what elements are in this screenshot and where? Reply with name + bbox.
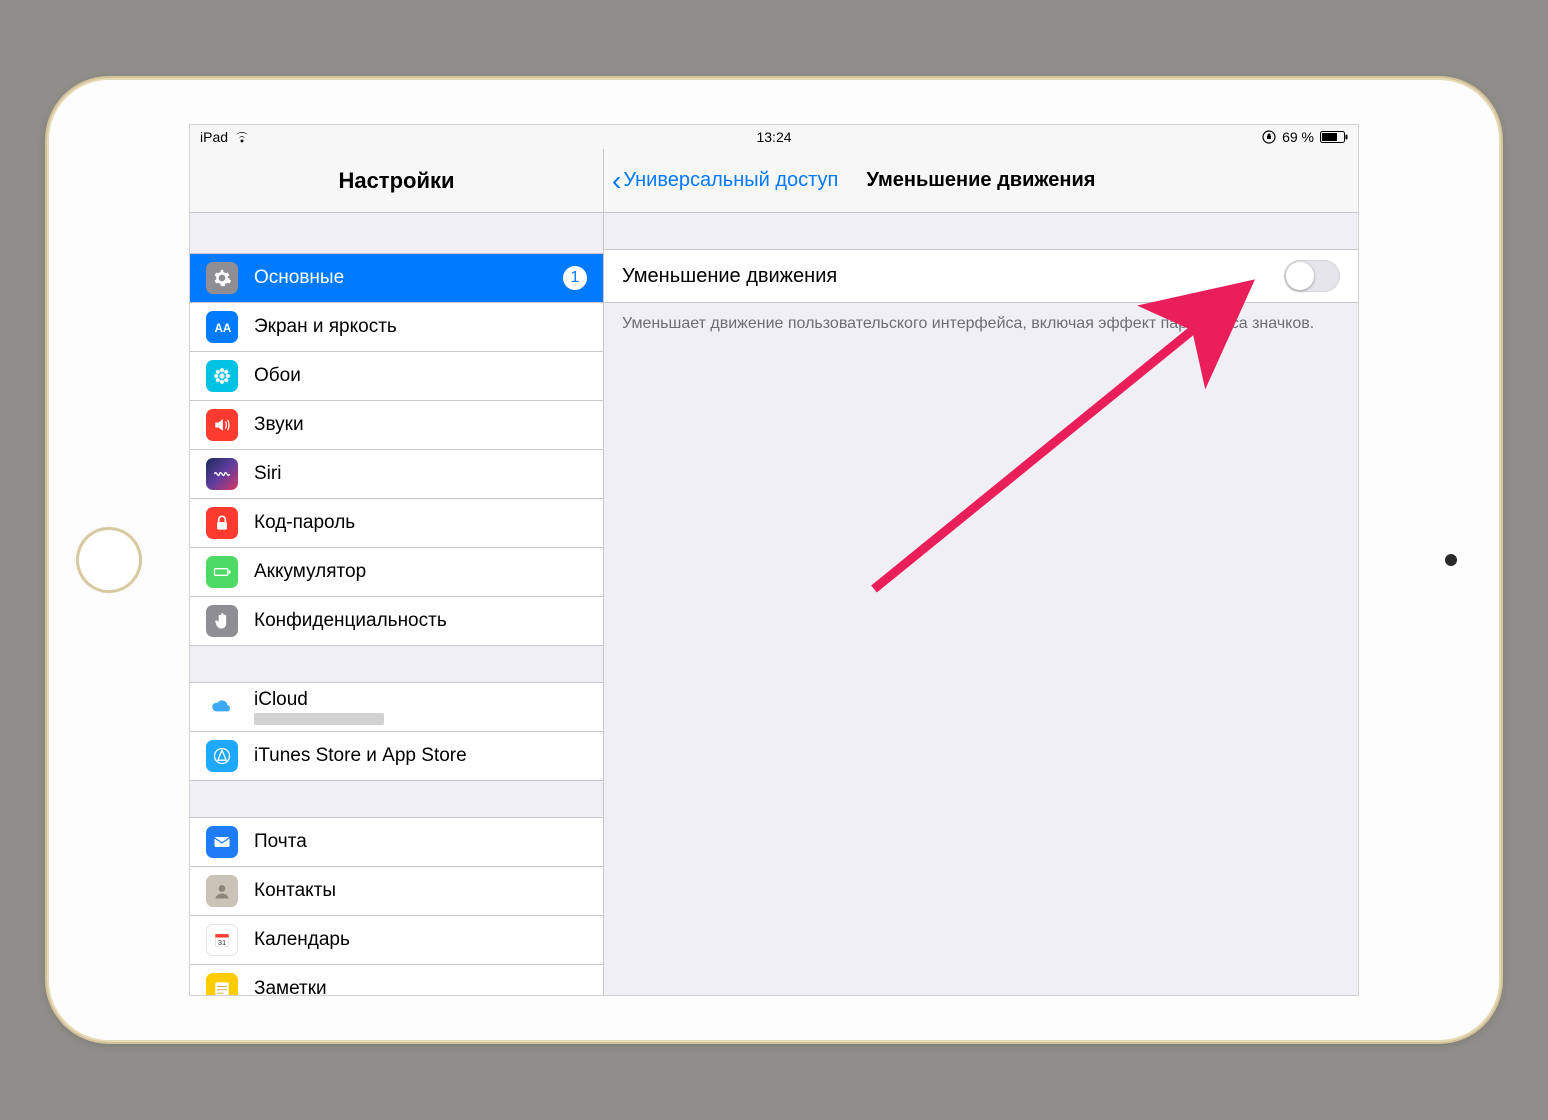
- clock: 13:24: [756, 129, 791, 145]
- detail-header: ‹ Универсальный доступ Уменьшение движен…: [604, 149, 1358, 213]
- siri-icon: [206, 458, 238, 490]
- sidebar-scroll[interactable]: Основные1 AA Экран и яркость Обои Звуки Siri К…: [190, 213, 603, 995]
- device-label: iPad: [200, 129, 228, 145]
- sidebar-item-label: Siri: [254, 463, 587, 485]
- sidebar-item-calendar[interactable]: 31 Календарь: [190, 916, 603, 965]
- back-label: Универсальный доступ: [623, 169, 838, 192]
- badge: 1: [563, 266, 587, 290]
- sidebar-item-label: iTunes Store и App Store: [254, 745, 587, 767]
- settings-sidebar: Настройки Основные1 AA Экран и яркость Обои…: [190, 149, 604, 995]
- ipad-frame: iPad 13:24 69 % Настройки: [49, 80, 1499, 1040]
- sidebar-item-hand[interactable]: Конфиденциальность: [190, 597, 603, 646]
- sidebar-item-label: Конфиденциальность: [254, 610, 587, 632]
- battery-icon: [1320, 131, 1348, 143]
- sidebar-title: Настройки: [190, 149, 603, 213]
- speaker-icon: [206, 409, 238, 441]
- sidebar-item-contacts[interactable]: Контакты: [190, 867, 603, 916]
- sidebar-item-lock[interactable]: Код-пароль: [190, 499, 603, 548]
- back-button[interactable]: ‹ Универсальный доступ: [612, 149, 838, 212]
- gear-icon: [206, 262, 238, 294]
- wifi-icon: [234, 131, 250, 143]
- orientation-lock-icon: [1262, 130, 1276, 144]
- sidebar-item-label: iCloud: [254, 689, 384, 711]
- detail-pane: ‹ Универсальный доступ Уменьшение движен…: [604, 149, 1358, 995]
- battery-icon: [206, 556, 238, 588]
- status-bar: iPad 13:24 69 %: [190, 125, 1358, 149]
- chevron-left-icon: ‹: [612, 167, 621, 195]
- icloud-account-placeholder: [254, 713, 384, 725]
- page-title: Уменьшение движения: [867, 169, 1096, 192]
- sidebar-item-label: Календарь: [254, 929, 587, 951]
- screen: iPad 13:24 69 % Настройки: [190, 125, 1358, 995]
- reduce-motion-label: Уменьшение движения: [622, 265, 837, 288]
- lock-icon: [206, 507, 238, 539]
- svg-text:31: 31: [218, 938, 226, 947]
- battery-text: 69 %: [1282, 129, 1314, 145]
- sidebar-item-gear[interactable]: Основные1: [190, 254, 603, 303]
- sidebar-item-mail[interactable]: Почта: [190, 818, 603, 867]
- sidebar-item-siri[interactable]: Siri: [190, 450, 603, 499]
- hand-icon: [206, 605, 238, 637]
- svg-text:AA: AA: [215, 322, 232, 335]
- sidebar-item-label: Заметки: [254, 978, 587, 995]
- home-button[interactable]: [79, 530, 139, 590]
- reduce-motion-row: Уменьшение движения: [604, 249, 1358, 303]
- sidebar-item-flower[interactable]: Обои: [190, 352, 603, 401]
- sidebar-item-speaker[interactable]: Звуки: [190, 401, 603, 450]
- sidebar-item-label: Звуки: [254, 414, 587, 436]
- sidebar-item-appstore[interactable]: iTunes Store и App Store: [190, 732, 603, 781]
- reduce-motion-switch[interactable]: [1284, 260, 1340, 292]
- sidebar-item-label: Контакты: [254, 880, 587, 902]
- sidebar-item-battery[interactable]: Аккумулятор: [190, 548, 603, 597]
- contacts-icon: [206, 875, 238, 907]
- sidebar-item-notes[interactable]: Заметки: [190, 965, 603, 995]
- sidebar-item-cloud[interactable]: iCloud: [190, 683, 603, 732]
- sidebar-item-label: Обои: [254, 365, 587, 387]
- sidebar-item-label: Аккумулятор: [254, 561, 587, 583]
- reduce-motion-footnote: Уменьшает движение пользовательского инт…: [604, 303, 1358, 335]
- sidebar-item-label: Экран и яркость: [254, 316, 587, 338]
- calendar-icon: 31: [206, 924, 238, 956]
- mail-icon: [206, 826, 238, 858]
- sidebar-item-aa[interactable]: AA Экран и яркость: [190, 303, 603, 352]
- cloud-icon: [206, 691, 238, 723]
- sidebar-item-label: Почта: [254, 831, 587, 853]
- appstore-icon: [206, 740, 238, 772]
- front-camera: [1445, 554, 1457, 566]
- sidebar-item-label: Код-пароль: [254, 512, 587, 534]
- flower-icon: [206, 360, 238, 392]
- notes-icon: [206, 973, 238, 995]
- sidebar-item-label: Основные: [254, 267, 563, 289]
- switch-knob: [1286, 262, 1314, 290]
- aa-icon: AA: [206, 311, 238, 343]
